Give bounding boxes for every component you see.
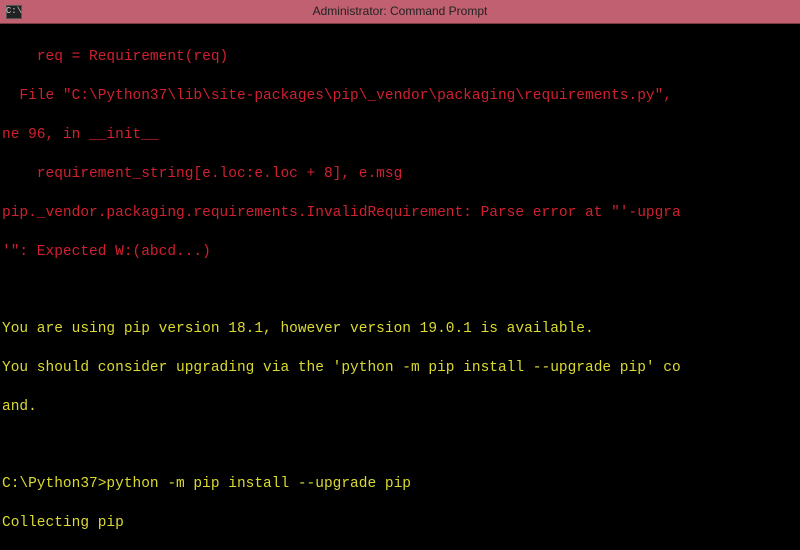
- error-line: requirement_string[e.loc:e.loc + 8], e.m…: [2, 165, 800, 185]
- cmd-icon: C:\: [6, 5, 22, 19]
- warning-line: and.: [2, 398, 800, 418]
- error-line: pip._vendor.packaging.requirements.Inval…: [2, 204, 800, 224]
- command-input: python -m pip install --upgrade pip: [106, 476, 411, 492]
- blank-line: [2, 437, 800, 455]
- prompt-path: C:\Python37>: [2, 476, 106, 492]
- window-title: Administrator: Command Prompt: [313, 3, 488, 19]
- error-line: ne 96, in __init__: [2, 126, 800, 146]
- output-line: Collecting pip: [2, 514, 800, 534]
- window-titlebar[interactable]: C:\ Administrator: Command Prompt: [0, 0, 800, 24]
- warning-line: You are using pip version 18.1, however …: [2, 320, 800, 340]
- blank-line: [2, 282, 800, 300]
- error-line: '": Expected W:(abcd...): [2, 243, 800, 263]
- error-line: req = Requirement(req): [2, 48, 800, 68]
- prompt-line: C:\Python37>python -m pip install --upgr…: [2, 475, 800, 495]
- warning-line: You should consider upgrading via the 'p…: [2, 359, 800, 379]
- error-line: File "C:\Python37\lib\site-packages\pip\…: [2, 87, 800, 107]
- terminal-output[interactable]: req = Requirement(req) File "C:\Python37…: [0, 24, 800, 550]
